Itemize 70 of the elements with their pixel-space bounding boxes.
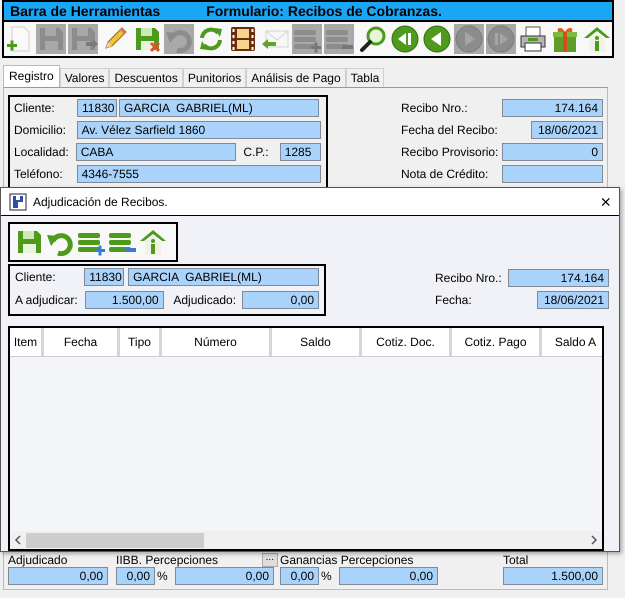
column-header[interactable]: Saldo A (542, 328, 602, 356)
receipt-field[interactable] (502, 165, 603, 183)
client-name-field[interactable]: GARCIA GABRIEL(ML) (128, 268, 319, 286)
ellipsis-button[interactable]: ... (262, 553, 278, 567)
receipt-field[interactable]: 18/06/2021 (537, 291, 609, 309)
field-label: Adjudicado (8, 554, 68, 567)
form-title: Formulario: Recibos de Cobranzas. (206, 3, 442, 19)
field-label: Localidad: (14, 145, 70, 159)
app-icon (9, 192, 27, 210)
field-label: Domicilio: (14, 123, 68, 137)
client-code-field[interactable]: 11830 (84, 268, 124, 286)
address-field[interactable]: Av. Vélez Sarfield 1860 (76, 121, 321, 139)
field-label: Recibo Nro.: (401, 101, 468, 115)
field-label: Fecha del Recibo: (401, 123, 498, 137)
amount-field[interactable]: 0,00 (339, 567, 438, 585)
column-header[interactable]: Cotiz. Doc. (362, 328, 452, 356)
column-header[interactable]: Tipo (120, 328, 162, 356)
percent-field[interactable]: 0,00 (280, 567, 319, 585)
field-label: IIBB. Percepciones (116, 554, 218, 566)
field-label: Total (503, 554, 530, 567)
amount-field[interactable]: 0,00 (175, 567, 274, 585)
tab[interactable]: Descuentos (109, 68, 183, 87)
home-icon[interactable] (138, 227, 168, 257)
field-label: Cliente: (15, 270, 57, 284)
amount-field[interactable]: 1.500,00 (85, 291, 164, 309)
receipt-field[interactable]: 174.164 (508, 269, 609, 287)
amount-field[interactable]: 0,00 (8, 567, 108, 585)
horizontal-scrollbar[interactable] (10, 531, 602, 549)
column-header[interactable]: Item (10, 328, 44, 356)
field-label: Cliente: (14, 101, 56, 115)
percent-sign: % (156, 570, 169, 582)
tab[interactable]: Registro (3, 65, 60, 87)
film-icon[interactable] (228, 24, 258, 54)
field-label: Recibo Provisorio: (401, 145, 498, 159)
field-label: Fecha: (435, 293, 472, 307)
field-label: Ganancias Percepciones (280, 554, 414, 567)
search-icon[interactable] (358, 24, 388, 54)
rewind-icon[interactable] (390, 24, 420, 54)
city-field[interactable]: CABA (76, 143, 236, 161)
receipt-field[interactable]: 0 (502, 143, 603, 161)
field-label: Nota de Crédito: (401, 167, 488, 181)
field-label: A adjudicar: (15, 293, 79, 307)
printer-icon[interactable] (518, 24, 548, 54)
field-label: C.P.: (243, 145, 270, 159)
receipt-field[interactable]: 18/06/2021 (531, 121, 603, 139)
percent-sign: % (320, 570, 333, 582)
column-header[interactable]: Saldo (272, 328, 362, 356)
column-header[interactable]: Fecha (44, 328, 120, 356)
tab[interactable]: Punitorios (182, 68, 246, 87)
dialog-title: Adjudicación de Recibos. (33, 194, 168, 208)
total-field[interactable]: 1.500,00 (503, 567, 603, 585)
toolbar-title: Barra de Herramientas (10, 3, 160, 19)
client-name-field[interactable]: GARCIA GABRIEL(ML) (119, 99, 319, 117)
amount-field[interactable]: 0,00 (242, 291, 319, 309)
close-button[interactable]: × (600, 192, 611, 210)
zip-field[interactable]: 1285 (280, 143, 322, 161)
home-icon[interactable] (582, 24, 612, 54)
receipt-field[interactable]: 174.164 (502, 99, 603, 117)
field-label: Recibo Nro.: (435, 271, 502, 285)
back-icon[interactable] (422, 24, 452, 54)
tab[interactable]: Tabla (346, 68, 384, 87)
column-header[interactable]: Cotiz. Pago (452, 328, 542, 356)
tab[interactable]: Valores (60, 68, 110, 87)
field-label: Teléfono: (14, 167, 64, 181)
client-code-field[interactable]: 11830 (77, 99, 117, 117)
percent-field[interactable]: 0,00 (116, 567, 155, 585)
column-header[interactable]: Número (162, 328, 272, 356)
phone-field[interactable]: 4346-7555 (76, 165, 321, 183)
field-label: Adjudicado: (173, 293, 238, 307)
tab[interactable]: Análisis de Pago (246, 68, 346, 87)
